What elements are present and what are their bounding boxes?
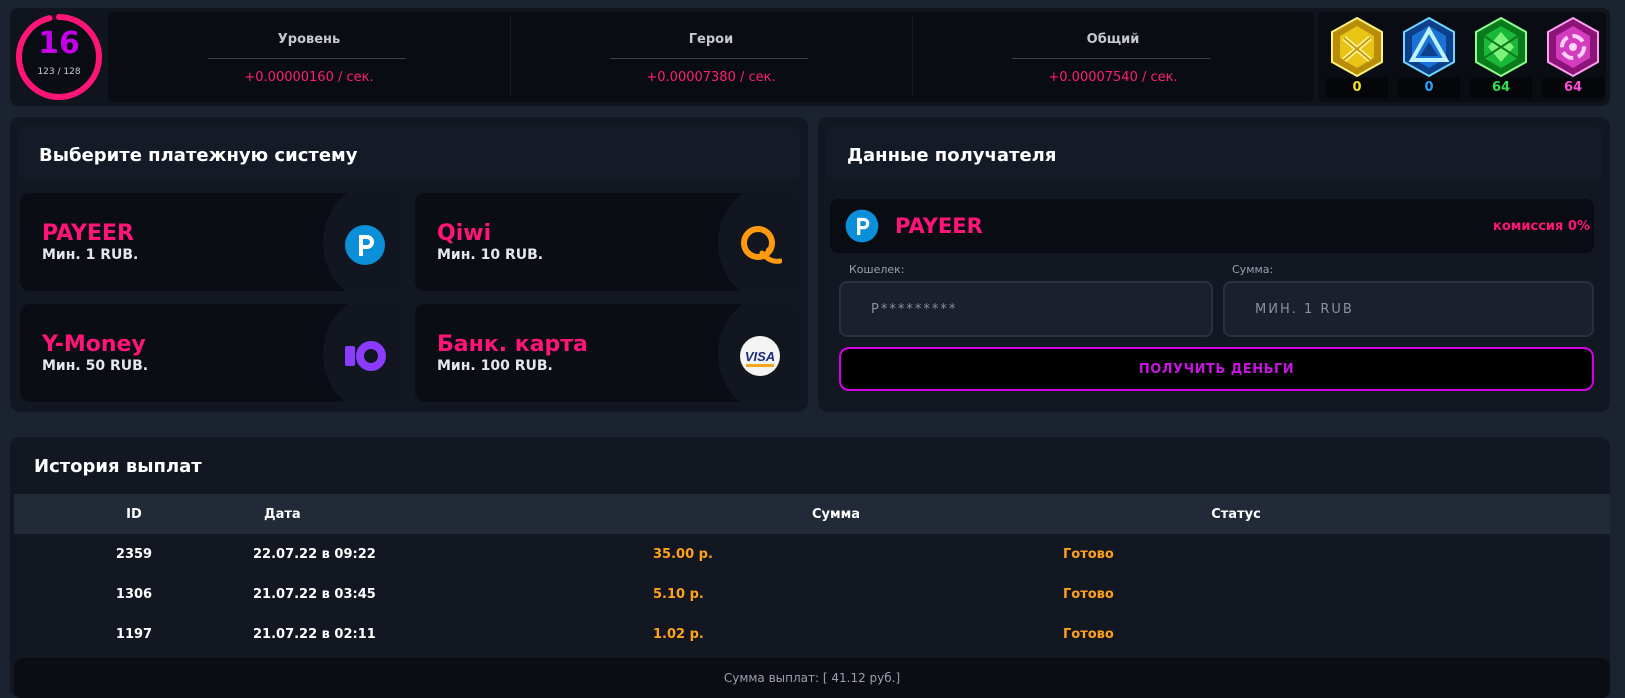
stat-heroes-title: Герои xyxy=(688,32,734,47)
visa-card-icon: VISA xyxy=(740,336,780,376)
history-row-sum: 1.02 р. xyxy=(653,627,704,642)
history-row-date: 21.07.22 в 02:11 xyxy=(253,627,376,642)
yellow-gem-count: 0 xyxy=(1326,78,1388,98)
stat-level-value: +0.00000160 / сек. xyxy=(244,70,374,85)
history-row-status: Готово xyxy=(1063,587,1114,602)
stat-total-title: Общий xyxy=(1086,32,1140,47)
level-progress-text: 123 / 128 xyxy=(37,67,81,77)
stat-divider xyxy=(610,58,808,59)
column-id: ID xyxy=(126,507,142,522)
stat-heroes-value: +0.00007380 / сек. xyxy=(646,70,776,85)
commission-text: комиссия 0% xyxy=(1493,219,1590,234)
payout-history-title: История выплат xyxy=(34,456,202,477)
payment-method-payeer[interactable]: PAYEER Мин. 1 RUB. xyxy=(20,193,403,291)
payment-method-name: Y-Money xyxy=(42,332,146,357)
history-row-sum: 35.00 р. xyxy=(653,547,713,562)
payment-method-ymoney[interactable]: Y-Money Мин. 50 RUB. xyxy=(20,304,403,402)
payment-method-bank-card[interactable]: Банк. карта Мин. 100 RUB. VISA xyxy=(415,304,798,402)
wallet-label: Кошелек: xyxy=(849,263,905,276)
history-row-status: Готово xyxy=(1063,627,1114,642)
payeer-icon xyxy=(345,225,385,265)
stat-divider xyxy=(208,58,406,59)
payment-system-title: Выберите платежную систему xyxy=(39,145,358,166)
payment-method-min: Мин. 1 RUB. xyxy=(42,247,139,263)
get-money-button[interactable]: ПОЛУЧИТЬ ДЕНЬГИ xyxy=(839,347,1594,391)
history-row-id: 2359 xyxy=(115,547,153,562)
payment-method-name: Банк. карта xyxy=(437,332,588,357)
green-gem-icon xyxy=(1475,16,1527,78)
pink-gem-icon xyxy=(1547,16,1599,78)
payout-total: Сумма выплат: [ 41.12 руб.] xyxy=(14,658,1610,698)
payment-method-min: Мин. 10 RUB. xyxy=(437,247,544,263)
history-row-date: 21.07.22 в 03:45 xyxy=(253,587,376,602)
blue-gem-count: 0 xyxy=(1398,78,1460,98)
payment-method-name: PAYEER xyxy=(42,221,134,246)
column-date: Дата xyxy=(264,507,301,522)
blue-gem-icon xyxy=(1403,16,1455,78)
level-number: 16 xyxy=(38,26,80,61)
history-row-id: 1306 xyxy=(115,587,153,602)
column-sum: Сумма xyxy=(811,507,861,522)
history-row-status: Готово xyxy=(1063,547,1114,562)
qiwi-icon xyxy=(741,226,782,264)
history-row-date: 22.07.22 в 09:22 xyxy=(253,547,376,562)
stat-divider xyxy=(1012,58,1210,59)
stat-total-value: +0.00007540 / сек. xyxy=(1048,70,1178,85)
ymoney-icon xyxy=(345,341,386,371)
svg-text:VISA: VISA xyxy=(745,349,775,364)
amount-label: Сумма: xyxy=(1232,263,1274,276)
history-row-sum: 5.10 р. xyxy=(653,587,704,602)
history-row-id: 1197 xyxy=(115,627,153,642)
payeer-icon xyxy=(845,209,879,243)
payment-method-name: Qiwi xyxy=(437,221,492,246)
green-gem-count: 64 xyxy=(1470,78,1532,98)
payment-method-min: Мин. 100 RUB. xyxy=(437,358,553,374)
amount-input[interactable] xyxy=(1223,281,1594,337)
recipient-title: Данные получателя xyxy=(847,145,1057,166)
stat-level: Уровень +0.00000160 / сек. xyxy=(108,12,510,102)
stat-heroes: Герои +0.00007380 / сек. xyxy=(510,12,912,102)
column-status: Статус xyxy=(1211,507,1261,522)
stat-total: Общий +0.00007540 / сек. xyxy=(912,12,1314,102)
pink-gem-count: 64 xyxy=(1542,78,1604,98)
stat-level-title: Уровень xyxy=(277,32,341,47)
wallet-input[interactable] xyxy=(839,281,1213,337)
payment-method-min: Мин. 50 RUB. xyxy=(42,358,149,374)
yellow-gem-icon xyxy=(1331,16,1383,78)
payment-method-qiwi[interactable]: Qiwi Мин. 10 RUB. xyxy=(415,193,798,291)
selected-method-name: PAYEER xyxy=(895,214,983,238)
